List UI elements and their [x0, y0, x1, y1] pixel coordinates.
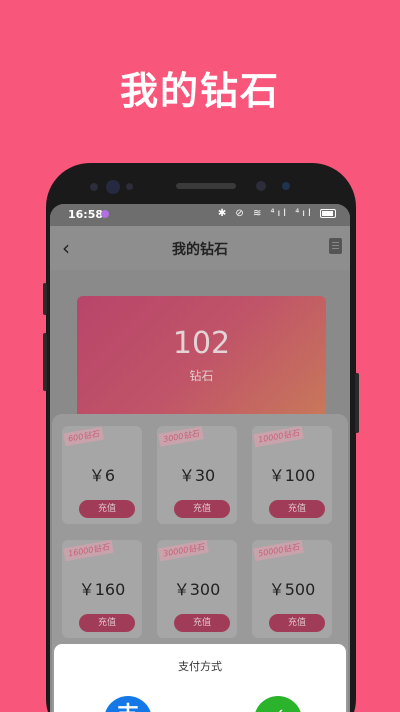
package-card[interactable]: 3000钻石 ￥30 充值 [157, 426, 237, 524]
package-diamond-tag: 30000钻石 [158, 540, 210, 562]
recharge-button[interactable]: 充值 [79, 614, 135, 632]
recharge-button[interactable]: 充值 [174, 614, 230, 632]
phone-screen: 16:58 ✱ ⊘ ≋ ⁴ıl ⁴ıl ‹ 我的钻石 102 钻石 600钻石 … [50, 204, 350, 712]
phone-side-button [43, 283, 47, 315]
package-diamond-tag: 3000钻石 [158, 426, 205, 447]
notification-icon [101, 210, 109, 218]
status-time: 16:58 [68, 208, 104, 221]
book-icon[interactable] [329, 238, 342, 254]
promo-title: 我的钻石 [119, 69, 280, 113]
package-card[interactable]: 16000钻石 ￥160 充值 [62, 540, 142, 638]
package-card[interactable]: 50000钻石 ￥500 充值 [252, 540, 332, 638]
package-card[interactable]: 600钻石 ￥6 充值 [62, 426, 142, 524]
recharge-button[interactable]: 充值 [269, 500, 325, 518]
sensor-dot [90, 183, 98, 191]
package-price: ￥100 [268, 466, 316, 485]
recharge-button[interactable]: 充值 [269, 614, 325, 632]
status-icons-text: ✱ ⊘ ≋ ⁴ıl ⁴ıl [217, 208, 314, 219]
package-diamond-tag: 50000钻石 [253, 540, 305, 562]
payment-method-panel: 支付方式 支 ✓ [54, 644, 346, 712]
package-card[interactable]: 30000钻石 ￥300 充值 [157, 540, 237, 638]
recharge-button[interactable]: 充值 [174, 500, 230, 518]
sensor-dot [282, 182, 290, 190]
package-price: ￥160 [78, 580, 126, 599]
battery-icon [320, 208, 336, 218]
balance-card: 102 钻石 [77, 296, 326, 426]
phone-speaker [176, 183, 236, 189]
sensor-dot [256, 181, 266, 191]
package-price: ￥500 [268, 580, 316, 599]
sensor-dot [126, 183, 133, 190]
payment-method-title: 支付方式 [178, 660, 222, 673]
package-price: ￥30 [178, 466, 216, 485]
status-bar: 16:58 ✱ ⊘ ≋ ⁴ıl ⁴ıl [50, 204, 350, 226]
package-diamond-tag: 10000钻石 [253, 426, 305, 448]
recharge-button[interactable]: 充值 [79, 500, 135, 518]
navigation-bar: ‹ 我的钻石 [50, 226, 350, 270]
package-price: ￥300 [173, 580, 221, 599]
diamond-unit-label: 钻石 [189, 369, 214, 383]
package-price: ￥6 [88, 466, 116, 485]
wechat-pay-icon[interactable]: ✓ [254, 696, 302, 712]
front-camera [106, 180, 120, 194]
alipay-icon[interactable]: 支 [104, 696, 152, 712]
phone-power-button [355, 373, 359, 433]
phone-side-button [43, 333, 47, 391]
package-diamond-tag: 600钻石 [63, 426, 105, 447]
package-diamond-tag: 16000钻石 [63, 540, 115, 562]
package-card[interactable]: 10000钻石 ￥100 充值 [252, 426, 332, 524]
status-icons: ✱ ⊘ ≋ ⁴ıl ⁴ıl [218, 208, 336, 219]
diamond-balance: 102 [172, 326, 231, 361]
page-title: 我的钻石 [172, 242, 228, 258]
